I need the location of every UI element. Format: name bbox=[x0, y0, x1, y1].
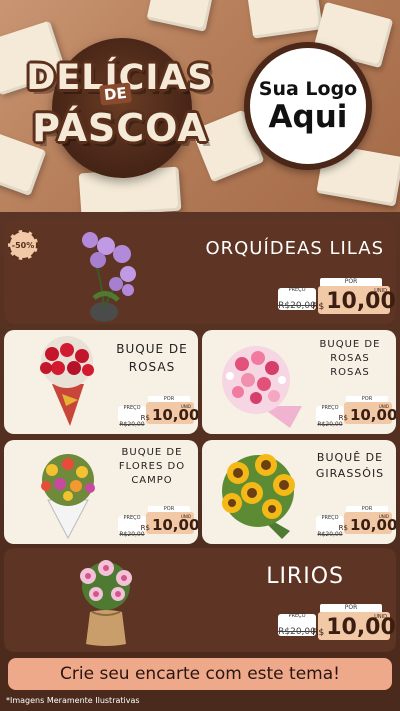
old-price: R$20,00 bbox=[317, 531, 343, 538]
new-price: 10,00 bbox=[151, 406, 198, 424]
unit-label: UNID bbox=[180, 514, 191, 519]
old-price-box: PREÇO R$20,00 bbox=[278, 613, 316, 637]
old-price: R$20,00 bbox=[119, 531, 145, 538]
old-price: R$20,00 bbox=[278, 627, 316, 637]
price-tag: PREÇO R$20,00 POR R$ 10,00 UNID bbox=[278, 278, 396, 314]
currency: R$ bbox=[312, 302, 325, 312]
logo-line1: Sua Logo bbox=[258, 77, 358, 100]
currency: R$ bbox=[338, 414, 348, 422]
cta-banner[interactable]: Crie seu encarte com este tema! bbox=[8, 658, 392, 690]
currency: R$ bbox=[140, 524, 150, 532]
logo-placeholder[interactable]: Sua Logo Aqui bbox=[244, 42, 372, 170]
pink-rose-bouquet-image bbox=[222, 346, 302, 428]
product-name: BUQUÊ DE GIRASSÓIS bbox=[315, 451, 385, 480]
discount-badge: -50% bbox=[8, 230, 38, 260]
title-de: DE bbox=[99, 82, 132, 106]
new-price-box: R$ 10,00 UNID bbox=[339, 512, 396, 534]
new-price-box: R$ 10,00 UNID bbox=[141, 402, 198, 424]
old-price: R$20,00 bbox=[278, 301, 316, 311]
product-card[interactable]: ORQUÍDEAS LILAS PREÇO R$20,00 POR R$ 10,… bbox=[4, 220, 396, 324]
new-price: 10,00 bbox=[349, 406, 396, 424]
currency: R$ bbox=[338, 524, 348, 532]
chocolate-decoration bbox=[146, 0, 214, 32]
old-price-box: PREÇO R$20,00 bbox=[278, 287, 316, 311]
old-price-label: PREÇO bbox=[288, 287, 306, 293]
product-name: BUQUE DE ROSAS bbox=[116, 342, 188, 374]
product-card[interactable]: BUQUÊ DE GIRASSÓIS PREÇO R$20,00 POR R$ … bbox=[202, 440, 396, 544]
por-label: POR bbox=[320, 604, 382, 612]
product-name: ORQUÍDEAS LILAS bbox=[205, 238, 384, 259]
price-tag: PREÇO R$20,00 POR R$ 10,00 UNID bbox=[118, 506, 198, 540]
product-card[interactable]: BUQUE DE ROSAS PREÇO R$20,00 POR R$ 10,0… bbox=[4, 330, 198, 434]
price-tag: PREÇO R$20,00 POR R$ 10,00 UNID bbox=[316, 506, 396, 540]
old-price-label: PREÇO bbox=[288, 613, 306, 619]
unit-label: UNID bbox=[180, 404, 191, 409]
lily-bouquet-image bbox=[80, 560, 132, 646]
new-price-box: R$ 10,00 UNID bbox=[141, 512, 198, 534]
product-card[interactable]: BUQUE DE ROSAS ROSAS PREÇO R$20,00 POR R… bbox=[202, 330, 396, 434]
unit-label: UNID bbox=[378, 514, 389, 519]
unit-label: UNID bbox=[374, 288, 387, 294]
old-price-label: PREÇO bbox=[321, 405, 339, 411]
currency: R$ bbox=[140, 414, 150, 422]
page: DELÍCIAS DE PÁSCOA Sua Logo Aqui -50% OR… bbox=[0, 0, 400, 711]
rose-bouquet-image bbox=[40, 336, 94, 426]
old-price-label: PREÇO bbox=[123, 405, 141, 411]
sunflower-bouquet-image bbox=[222, 454, 295, 539]
new-price-box: R$ 10,00 UNID bbox=[312, 286, 396, 314]
product-name: BUQUE DE ROSAS ROSAS bbox=[319, 339, 381, 378]
header: DELÍCIAS DE PÁSCOA Sua Logo Aqui bbox=[0, 0, 400, 212]
currency: R$ bbox=[312, 628, 325, 638]
title-line2: PÁSCOA bbox=[32, 106, 208, 150]
price-tag: PREÇO R$20,00 POR R$ 10,00 UNID bbox=[316, 396, 396, 430]
price-tag: PREÇO R$20,00 POR R$ 10,00 UNID bbox=[118, 396, 198, 430]
new-price-box: R$ 10,00 UNID bbox=[339, 402, 396, 424]
unit-label: UNID bbox=[374, 614, 387, 620]
product-name: BUQUE DE FLORES DO CAMPO bbox=[118, 447, 186, 486]
old-price-label: PREÇO bbox=[123, 515, 141, 521]
chocolate-decoration bbox=[247, 0, 323, 39]
price-tag: PREÇO R$20,00 POR R$ 10,00 UNID bbox=[278, 604, 396, 640]
new-price: 10,00 bbox=[349, 516, 396, 534]
old-price: R$20,00 bbox=[317, 421, 343, 428]
disclaimer: *Imagens Meramente Ilustrativas bbox=[6, 696, 140, 705]
unit-label: UNID bbox=[378, 404, 389, 409]
product-card[interactable]: LIRIOS PREÇO R$20,00 POR R$ 10,00 UNID bbox=[4, 548, 396, 652]
old-price: R$20,00 bbox=[119, 421, 145, 428]
product-name: LIRIOS bbox=[266, 564, 344, 589]
new-price-box: R$ 10,00 UNID bbox=[312, 612, 396, 640]
wildflower-bouquet-image bbox=[41, 454, 95, 540]
old-price-label: PREÇO bbox=[321, 515, 339, 521]
por-label: POR bbox=[320, 278, 382, 286]
new-price: 10,00 bbox=[151, 516, 198, 534]
product-card[interactable]: BUQUE DE FLORES DO CAMPO PREÇO R$20,00 P… bbox=[4, 440, 198, 544]
logo-line2: Aqui bbox=[268, 98, 348, 135]
